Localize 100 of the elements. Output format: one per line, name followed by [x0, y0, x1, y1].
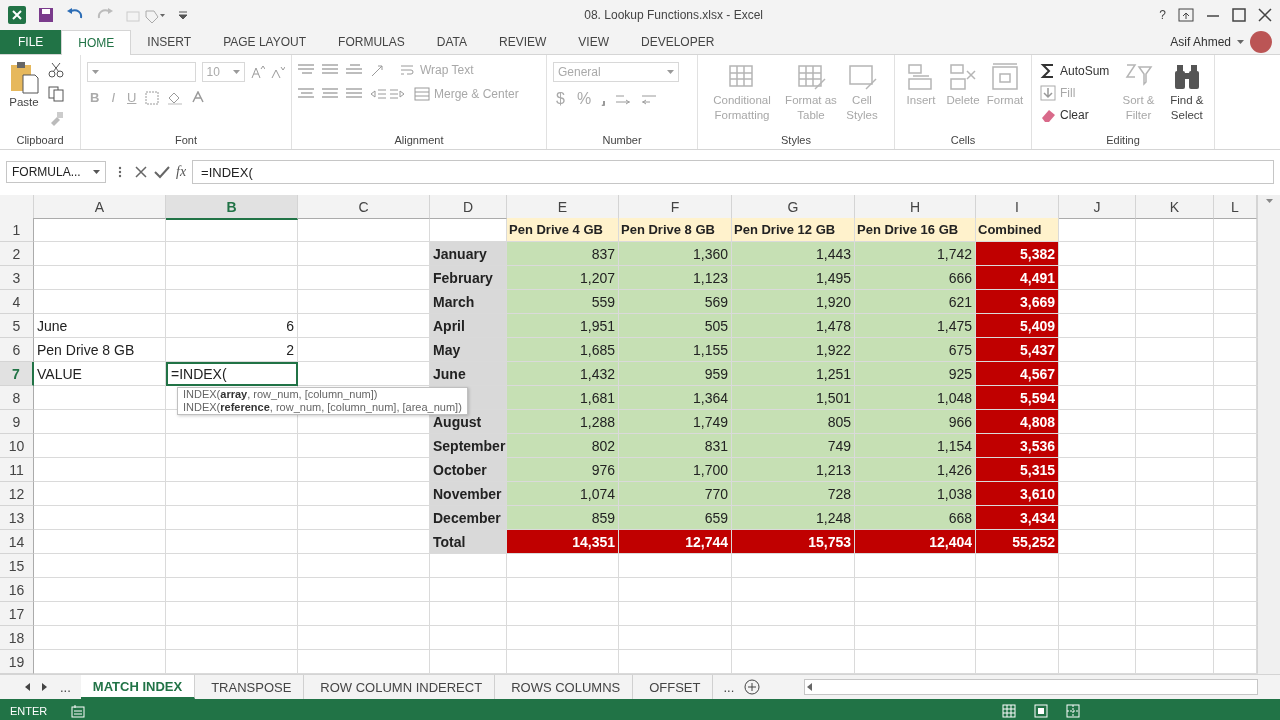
ribbon-tab[interactable]: FILE [0, 30, 62, 54]
ribbon-button[interactable]: AutoSum [1038, 62, 1112, 80]
table-cell: June [430, 362, 507, 386]
font-color-icon[interactable] [191, 90, 206, 105]
row-header[interactable]: 19 [0, 650, 34, 674]
row-header[interactable]: 11 [0, 458, 34, 482]
ribbon-tab[interactable]: DATA [420, 30, 483, 54]
ribbon-tab[interactable]: VIEW [562, 30, 625, 54]
column-header[interactable]: F [619, 195, 732, 219]
ribbon-display-icon[interactable] [1178, 8, 1194, 22]
shapes-icon[interactable] [126, 7, 166, 23]
row-header[interactable]: 2 [0, 242, 34, 266]
active-cell[interactable]: =INDEX( [166, 362, 298, 386]
column-header[interactable]: I [976, 195, 1059, 219]
column-header[interactable]: G [732, 195, 855, 219]
row-header[interactable]: 8 [0, 386, 34, 410]
ribbon-tab[interactable]: FORMULAS [322, 30, 421, 54]
avatar[interactable] [1250, 31, 1272, 53]
add-sheet-icon[interactable] [744, 679, 761, 695]
font-name-field[interactable] [87, 62, 196, 82]
table-cell: 831 [619, 434, 732, 458]
table-cell: 1,742 [855, 242, 976, 266]
ribbon-tab[interactable]: HOME [61, 30, 132, 55]
ribbon-button[interactable]: Find & Select [1165, 59, 1208, 134]
customize-icon[interactable] [178, 9, 188, 21]
table-cell: 1,432 [507, 362, 619, 386]
sheet-tab[interactable]: MATCH INDEX [80, 675, 196, 699]
cut-icon[interactable] [48, 62, 64, 78]
excel-icon[interactable] [8, 6, 26, 24]
column-header[interactable]: K [1136, 195, 1214, 219]
group-label: Cells [949, 134, 977, 148]
more-sheets-button[interactable]: ... [54, 679, 77, 695]
row-header[interactable]: 9 [0, 410, 34, 434]
insert-function-button[interactable]: fx [176, 164, 187, 180]
table-cell: 15,753 [732, 530, 855, 554]
ribbon-tab[interactable]: PAGE LAYOUT [207, 30, 323, 54]
table-cell: 5,409 [976, 314, 1059, 338]
row-header[interactable]: 1 [0, 218, 34, 242]
row-header[interactable]: 16 [0, 578, 34, 602]
group-label: Font [174, 134, 198, 148]
merge-icon [414, 87, 430, 101]
cancel-icon[interactable] [134, 165, 148, 179]
table-cell: 4,808 [976, 410, 1059, 434]
formula-field[interactable]: =INDEX( [192, 160, 1274, 184]
column-header[interactable]: J [1059, 195, 1136, 219]
table-cell: 14,351 [507, 530, 619, 554]
page-layout-icon[interactable] [1034, 704, 1048, 718]
table-cell: 749 [732, 434, 855, 458]
save-icon[interactable] [38, 7, 54, 23]
indent-icon[interactable] [370, 86, 406, 102]
row-header[interactable]: 17 [0, 602, 34, 626]
vertical-scrollbar[interactable] [1257, 195, 1280, 674]
grow-font-icon[interactable] [251, 65, 265, 79]
column-header[interactable]: H [855, 195, 976, 219]
ribbon-tab[interactable]: INSERT [131, 30, 208, 54]
close-icon[interactable] [1258, 8, 1272, 22]
table-cell: 925 [855, 362, 976, 386]
table-cell: 668 [855, 506, 976, 530]
row-header[interactable]: 5 [0, 314, 34, 338]
row-header[interactable]: 7 [0, 362, 34, 386]
ribbon-tab[interactable]: DEVELOPER [625, 30, 731, 54]
row-header[interactable]: 6 [0, 338, 34, 362]
row-header[interactable]: 14 [0, 530, 34, 554]
more-sheets-button[interactable]: ... [717, 679, 741, 695]
row-header[interactable]: 15 [0, 554, 34, 578]
name-box[interactable]: FORMULA... [6, 161, 106, 183]
row-header[interactable]: 4 [0, 290, 34, 314]
normal-view-icon[interactable] [1002, 704, 1016, 718]
enter-icon[interactable] [154, 165, 170, 179]
border-icon[interactable] [145, 90, 162, 105]
column-header[interactable]: A [34, 195, 166, 219]
row-header[interactable]: 12 [0, 482, 34, 506]
paste-button[interactable]: Paste [6, 59, 42, 134]
column-header[interactable]: C [298, 195, 430, 219]
macro-icon[interactable] [71, 704, 86, 718]
ribbon-tab[interactable]: REVIEW [483, 30, 563, 54]
table-cell: 559 [507, 290, 619, 314]
table-cell: 1,038 [855, 482, 976, 506]
table-cell: October [430, 458, 507, 482]
table-cell: November [430, 482, 507, 506]
column-header[interactable]: L [1214, 195, 1257, 219]
column-header[interactable]: E [507, 195, 619, 219]
table-cell: 1,048 [855, 386, 976, 410]
maximize-icon[interactable] [1232, 8, 1246, 22]
column-header[interactable]: D [430, 195, 507, 219]
horizontal-scrollbar[interactable] [804, 679, 1258, 695]
row-header[interactable]: 10 [0, 434, 34, 458]
copy-icon[interactable] [48, 86, 64, 102]
table-cell: 4,567 [976, 362, 1059, 386]
column-header[interactable]: B [166, 195, 298, 220]
shrink-font-icon[interactable] [271, 65, 285, 79]
page-break-icon[interactable] [1066, 704, 1080, 718]
table-cell: Total [430, 530, 507, 554]
help-button[interactable]: ? [1159, 8, 1166, 22]
row-header[interactable]: 3 [0, 266, 34, 290]
table-cell: 621 [855, 290, 976, 314]
user-name[interactable]: Asif Ahmed [1170, 35, 1231, 49]
row-header[interactable]: 18 [0, 626, 34, 650]
row-header[interactable]: 13 [0, 506, 34, 530]
ribbon-button[interactable]: Clear [1038, 106, 1112, 124]
